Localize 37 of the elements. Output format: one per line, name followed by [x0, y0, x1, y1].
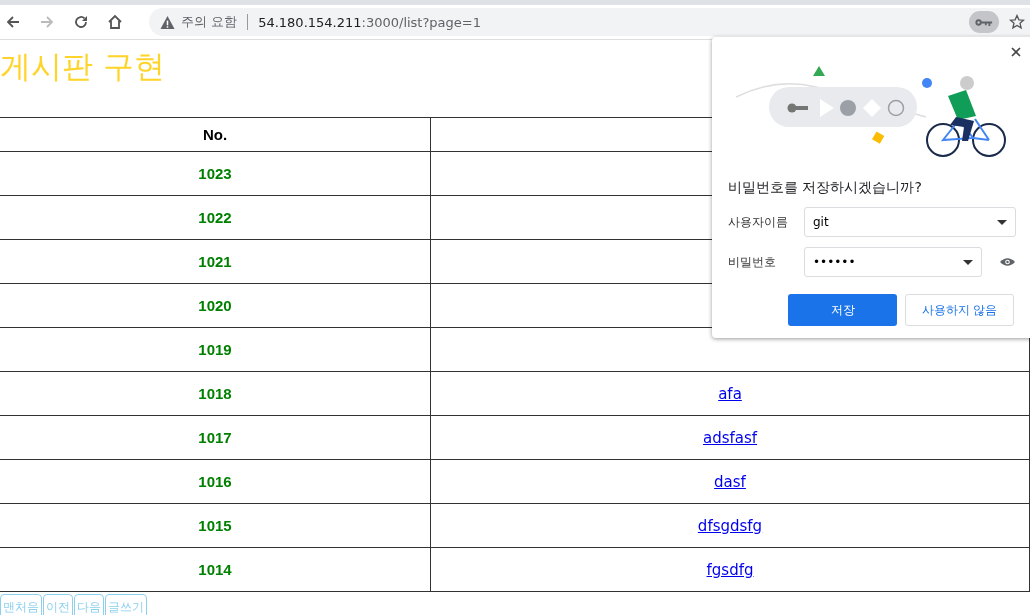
security-label: 주의 요함	[181, 13, 238, 31]
address-bar[interactable]: 주의 요함 54.180.154.211:3000/list?page=1	[149, 8, 1030, 36]
table-cell: 1020	[0, 283, 431, 328]
save-button[interactable]: 저장	[788, 294, 897, 326]
table-cell: 1015	[0, 503, 431, 548]
eye-icon[interactable]	[1000, 257, 1015, 267]
never-button[interactable]: 사용하지 않음	[905, 294, 1014, 326]
warning-icon[interactable]	[160, 14, 175, 30]
dropdown-caret-icon[interactable]	[997, 219, 1007, 225]
url-text: 54.180.154.211:3000/list?page=1	[258, 14, 481, 30]
back-icon[interactable]	[5, 14, 21, 30]
table-cell: 1017	[0, 415, 431, 460]
table-cell: 1022	[0, 195, 431, 240]
table-cell: 1021	[0, 239, 431, 284]
table-cell: 1014	[0, 547, 431, 592]
table-cell: 1018	[0, 371, 431, 416]
post-title-link[interactable]: adsfasf	[702, 429, 758, 447]
post-title-link[interactable]: dasf	[714, 473, 746, 491]
home-icon[interactable]	[107, 14, 123, 30]
post-title-link[interactable]: dfsgdsfg	[697, 517, 763, 535]
key-icon[interactable]	[969, 11, 999, 33]
star-icon[interactable]	[1009, 14, 1025, 30]
table-cell: 1016	[0, 459, 431, 504]
page-title: 게시판 구현	[0, 47, 165, 86]
post-title-link[interactable]: fgsdfg	[706, 561, 754, 579]
reload-icon[interactable]	[73, 14, 89, 30]
table-cell: 1023	[0, 151, 431, 196]
popup-heading: 비밀번호를 저장하시겠습니까?	[728, 179, 923, 197]
post-title-link[interactable]: afa	[718, 385, 742, 403]
close-icon[interactable]	[1011, 47, 1021, 57]
password-label: 비밀번호	[728, 253, 777, 271]
dropdown-caret-icon[interactable]	[963, 259, 973, 265]
username-label: 사용자이름	[728, 213, 789, 231]
password-dropdown[interactable]: ••••••	[804, 247, 982, 277]
username-dropdown[interactable]: git	[804, 207, 1016, 237]
column-header: No.	[0, 117, 431, 152]
table-cell: 1019	[0, 327, 431, 372]
